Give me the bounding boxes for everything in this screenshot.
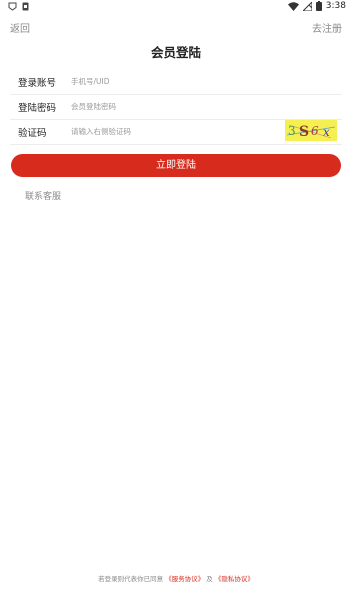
agreement-prefix: 若登录则代表你已同意 — [98, 575, 164, 583]
password-input[interactable] — [71, 98, 281, 114]
battery-icon — [315, 1, 322, 11]
svg-text:6: 6 — [311, 124, 319, 138]
service-terms-link[interactable]: 《服务协议》 — [165, 575, 204, 583]
status-bar-right: 3:38 — [287, 1, 346, 11]
captcha-graphic: 3 S 6 x — [286, 124, 336, 140]
login-page: 3:38 返回 去注册 会员登陆 登录账号 登陆密码 验证码 3 S 6 x 立… — [0, 0, 352, 592]
page-title: 会员登陆 — [150, 45, 201, 60]
privacy-terms-link[interactable]: 《隐私协议》 — [215, 575, 254, 583]
notification-icon — [8, 2, 17, 11]
signal-icon — [302, 1, 312, 11]
password-row: 登陆密码 — [10, 94, 342, 120]
password-label: 登陆密码 — [18, 103, 57, 114]
contact-service-link[interactable]: 联系客服 — [25, 189, 61, 202]
account-input[interactable] — [71, 73, 281, 89]
svg-text:S: S — [299, 124, 309, 140]
agreement-text: 若登录则代表你已同意 《服务协议》 及 《隐私协议》 — [0, 573, 352, 583]
account-row: 登录账号 — [10, 69, 342, 95]
agreement-conjunction: 及 — [206, 575, 213, 583]
back-button[interactable]: 返回 — [10, 20, 30, 35]
captcha-label: 验证码 — [18, 128, 47, 139]
captcha-image[interactable]: 3 S 6 x — [285, 120, 337, 141]
svg-text:x: x — [323, 125, 330, 139]
login-button[interactable]: 立即登陆 — [11, 154, 341, 177]
top-nav: 返回 去注册 — [0, 18, 352, 36]
svg-text:3: 3 — [288, 124, 296, 138]
register-link[interactable]: 去注册 — [312, 20, 342, 35]
status-bar: 3:38 — [0, 0, 352, 16]
captcha-row: 验证码 3 S 6 x — [10, 119, 342, 145]
status-bar-left — [8, 2, 29, 11]
captcha-input[interactable] — [71, 123, 271, 139]
sim-card-icon — [22, 2, 29, 11]
status-time: 3:38 — [325, 1, 346, 11]
wifi-icon — [287, 1, 299, 11]
account-label: 登录账号 — [18, 78, 57, 89]
